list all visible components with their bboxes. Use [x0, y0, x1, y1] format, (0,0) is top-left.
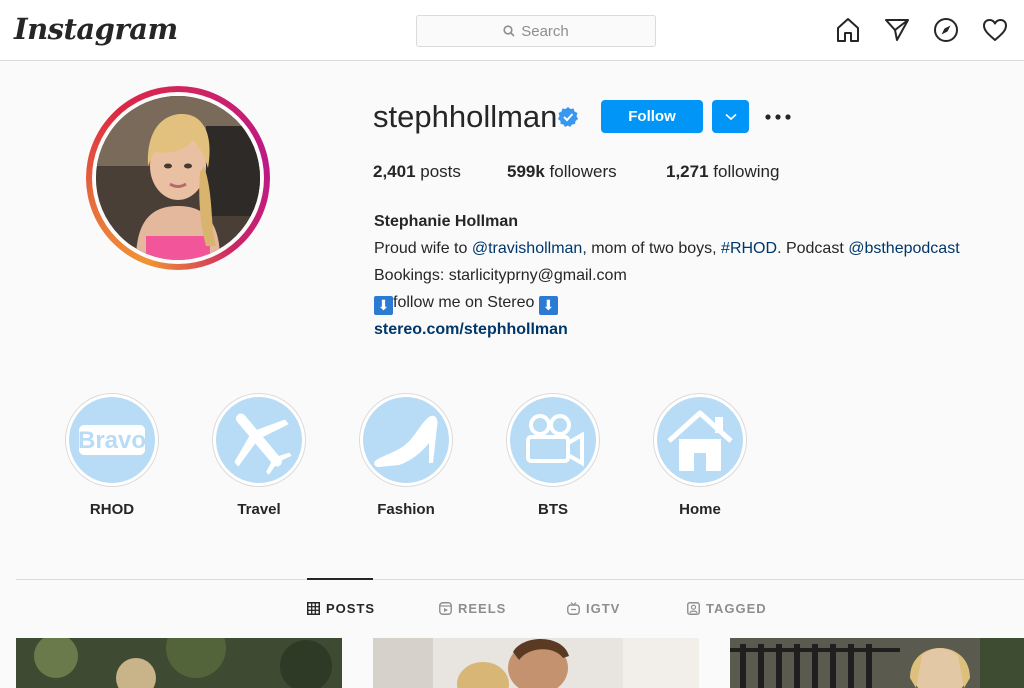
explore-icon[interactable]: [933, 17, 959, 43]
bio-line-stereo: ⬇ follow me on Stereo ⬇: [374, 289, 960, 316]
highlight-ring: [506, 393, 600, 487]
profile-stats: 2,401 posts 599k followers 1,271 followi…: [373, 162, 779, 182]
more-options-button[interactable]: [764, 106, 792, 128]
avatar-photo: [96, 96, 260, 260]
reels-icon: [439, 602, 452, 615]
profile-avatar[interactable]: [86, 86, 270, 270]
active-tab-indicator: [307, 578, 373, 580]
posts-count: 2,401 posts: [373, 162, 461, 181]
following-link[interactable]: 1,271 following: [666, 162, 779, 182]
tagged-icon: [687, 602, 700, 615]
bravo-logo-icon: Bravo: [69, 397, 155, 483]
highlight-ring: [653, 393, 747, 487]
highlight-label: Travel: [237, 501, 281, 518]
more-dots-icon: [765, 114, 791, 120]
highlight-rhod[interactable]: Bravo RHOD: [65, 393, 159, 518]
search-input[interactable]: Search: [416, 15, 656, 47]
airplane-icon: [216, 397, 302, 483]
tab-tagged[interactable]: TAGGED: [687, 601, 767, 616]
search-placeholder: Search: [521, 22, 569, 40]
post-thumbnail[interactable]: [16, 638, 342, 688]
tab-reels[interactable]: REELS: [439, 601, 506, 616]
verified-badge-icon: [557, 106, 579, 128]
instagram-logo[interactable]: Instagram: [14, 12, 178, 46]
highlight-home[interactable]: Home: [653, 393, 747, 518]
home-icon[interactable]: [835, 17, 861, 43]
bio-line: Proud wife to @travishollman, mom of two…: [374, 240, 960, 257]
post-thumbnail[interactable]: [373, 638, 699, 688]
profile-bio: Stephanie Hollman Proud wife to @travish…: [374, 208, 960, 343]
high-heel-icon: [363, 397, 449, 483]
follow-button[interactable]: Follow: [601, 100, 703, 133]
tab-label: POSTS: [326, 601, 376, 616]
tab-label: REELS: [458, 601, 507, 616]
tab-label: IGTV: [586, 601, 621, 616]
top-navigation-bar: Instagram Search: [0, 0, 1024, 61]
bio-line-bookings: Bookings: starlicityprny@gmail.com: [374, 267, 627, 284]
highlight-label: RHOD: [89, 501, 135, 518]
search-icon: [503, 25, 515, 37]
tab-label: TAGGED: [706, 601, 767, 616]
activity-heart-icon[interactable]: [982, 17, 1008, 43]
direct-icon[interactable]: [884, 17, 910, 43]
highlight-ring: Bravo: [65, 393, 159, 487]
avatar-border: [92, 92, 264, 264]
website-link[interactable]: stereo.com/stephhollman: [374, 316, 960, 343]
video-camera-icon: [510, 397, 596, 483]
down-arrow-emoji-icon: ⬇: [538, 296, 558, 315]
mention-link[interactable]: @travishollman: [472, 240, 583, 257]
highlight-label: Fashion: [377, 501, 435, 518]
igtv-icon: [567, 602, 580, 615]
hashtag-link[interactable]: #RHOD: [721, 240, 777, 257]
highlight-travel[interactable]: Travel: [212, 393, 306, 518]
highlight-ring: [359, 393, 453, 487]
mention-link-podcast[interactable]: @bsthepodcast: [848, 240, 959, 257]
nav-icons: [835, 17, 1008, 43]
profile-full-name: Stephanie Hollman: [374, 213, 519, 230]
chevron-down-icon: [724, 113, 737, 120]
post-thumbnail[interactable]: [730, 638, 1024, 688]
highlight-bts[interactable]: BTS: [506, 393, 600, 518]
tab-igtv[interactable]: IGTV: [567, 601, 620, 616]
bravo-logo-text: Bravo: [78, 427, 146, 454]
suggested-accounts-dropdown-button[interactable]: [712, 100, 749, 133]
down-arrow-emoji-icon: ⬇: [374, 296, 393, 315]
highlight-label: BTS: [538, 501, 568, 518]
highlight-fashion[interactable]: Fashion: [359, 393, 453, 518]
highlight-ring: [212, 393, 306, 487]
followers-link[interactable]: 599k followers: [507, 162, 666, 182]
highlight-label: Home: [679, 501, 721, 518]
tabs-divider: [16, 579, 1024, 580]
house-icon: [657, 397, 743, 483]
profile-username: stephhollman: [373, 99, 558, 134]
tab-posts[interactable]: POSTS: [307, 601, 375, 616]
grid-icon: [307, 602, 320, 615]
